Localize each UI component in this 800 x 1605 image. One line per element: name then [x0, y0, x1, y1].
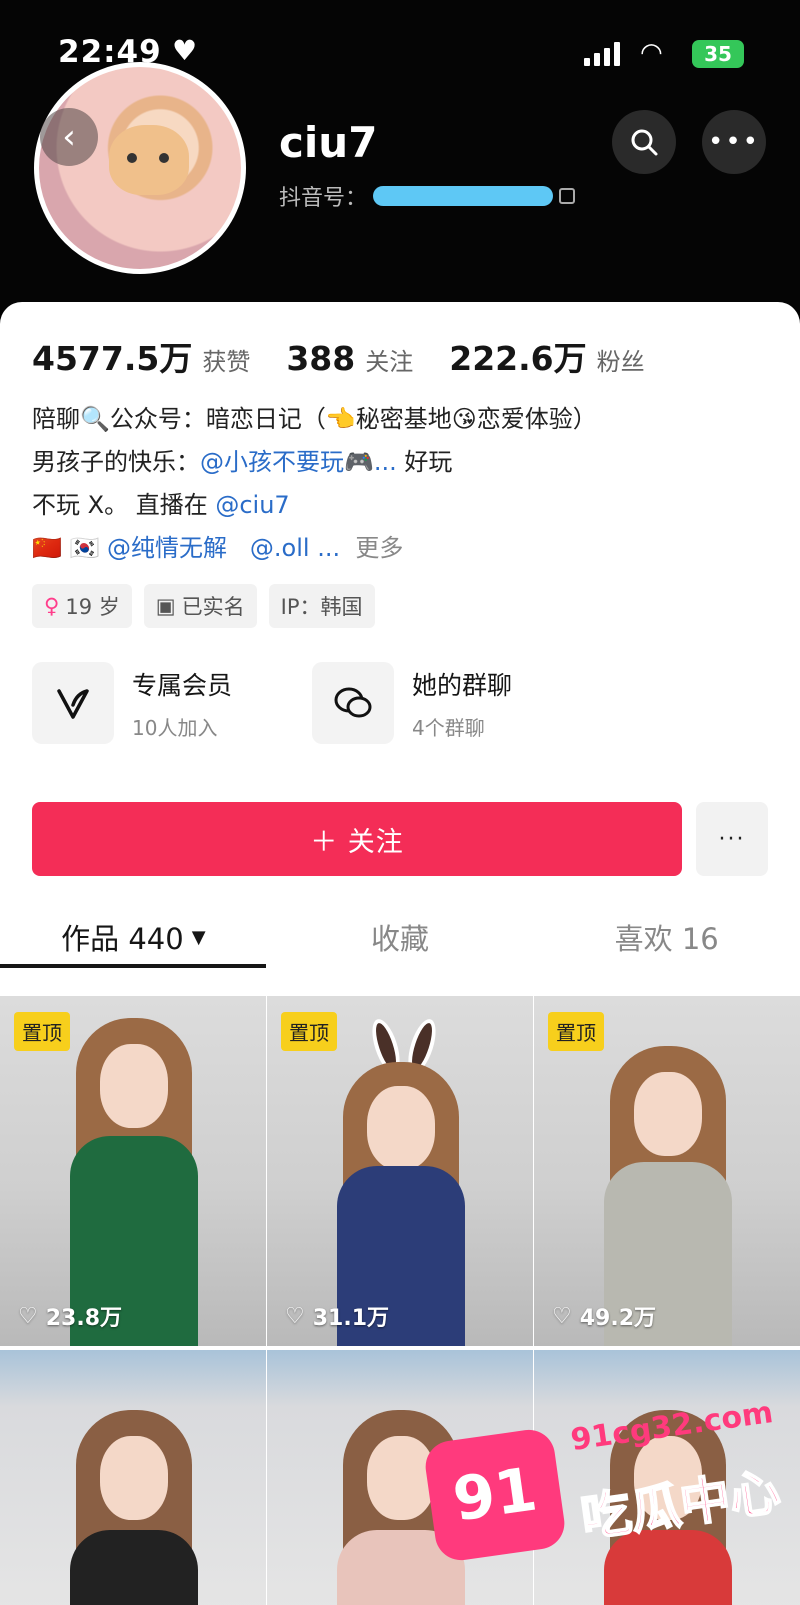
thumbnail-figure [367, 1436, 435, 1520]
stat-followers[interactable]: 222.6万 粉丝 [449, 332, 644, 380]
video-thumbnail[interactable]: 置顶 ♡ 31.1万 [267, 996, 533, 1346]
feature-subtitle: 4个群聊 [412, 715, 485, 740]
ellipsis-icon: ••• [707, 127, 760, 157]
site-watermark: 91 91cg32.com 吃瓜中心 [422, 1394, 790, 1595]
pinned-badge: 置顶 [548, 1012, 604, 1051]
bio-line: 不玩 X。 直播在 @ciu7 [32, 484, 772, 527]
tag-text: 已实名 [181, 595, 245, 619]
female-icon: ♀ [44, 594, 60, 618]
content-tabs: 作品 440 ▼ 收藏 喜欢 16 [0, 902, 800, 972]
stats-row: 4577.5万 获赞 388 关注 222.6万 粉丝 [32, 332, 645, 380]
tab-label: 作品 440 [61, 922, 184, 956]
stat-value: 222.6万 [449, 339, 587, 378]
copy-icon[interactable] [559, 188, 576, 204]
bio-more-link[interactable]: 更多 [355, 534, 403, 562]
mention-link[interactable]: @ciu7 [215, 491, 289, 519]
chevron-left-icon: ‹ [62, 117, 76, 157]
group-chat-entry[interactable]: 她的群聊 4个群聊 [312, 662, 512, 744]
tag-text: 19 岁 [65, 595, 120, 619]
tab-label: 喜欢 16 [614, 922, 719, 956]
tag-ip: IP：韩国 [268, 584, 375, 628]
battery-indicator: 35 [692, 40, 744, 68]
heart-icon: ♥ [172, 34, 198, 67]
like-count: ♡ 23.8万 [18, 1300, 122, 1332]
search-button[interactable] [612, 110, 676, 174]
wifi-icon: ◠ [640, 38, 663, 68]
bio-line: 陪聊🔍公众号：暗恋日记（👈秘密基地😘恋爱体验） [32, 405, 597, 433]
bio: 陪聊🔍公众号：暗恋日记（👈秘密基地😘恋爱体验） 男孩子的快乐：@小孩不要玩🎮..… [32, 398, 772, 570]
more-options-button[interactable]: ••• [702, 110, 766, 174]
feature-title: 她的群聊 [412, 670, 513, 700]
watermark-text: 吃瓜中心 [576, 1461, 784, 1548]
stat-label: 获赞 [202, 348, 251, 376]
avatar[interactable] [34, 62, 246, 274]
video-thumbnail[interactable]: 置顶 ♡ 23.8万 [0, 996, 266, 1346]
caret-down-icon: ▼ [191, 926, 206, 948]
thumbnail-figure [100, 1044, 168, 1128]
avatar-cat-image [109, 125, 189, 195]
video-thumbnail[interactable]: 置顶 ♡ 49.2万 [534, 996, 800, 1346]
profile-tags: ♀ 19 岁 ▣ 已实名 IP：韩国 [32, 584, 375, 628]
douyin-id-label: 抖音号： [279, 186, 368, 211]
douyin-id: 抖音号： [279, 180, 576, 212]
tag-age: ♀ 19 岁 [32, 584, 132, 628]
search-icon [631, 129, 658, 156]
profile-header: 22:49 ♥ ◠ 35 ‹ ciu7 抖音号： ••• [0, 0, 800, 310]
stat-value: 388 [286, 339, 356, 378]
feature-subtitle: 10人加入 [132, 715, 218, 740]
like-count-value: 31.1万 [312, 1306, 390, 1331]
like-count-value: 23.8万 [45, 1306, 123, 1331]
avatar-detail [127, 153, 137, 163]
tab-favorites[interactable]: 收藏 [267, 902, 534, 972]
stat-likes[interactable]: 4577.5万 获赞 [32, 332, 250, 380]
bio-text: 不玩 X。 直播在 [32, 491, 216, 519]
follow-more-button[interactable]: ··· [696, 802, 768, 876]
id-card-icon: ▣ [155, 594, 176, 618]
bio-line: 男孩子的快乐：@小孩不要玩🎮... 好玩 [32, 441, 772, 484]
exclusive-member-entry[interactable]: 专属会员 10人加入 [32, 662, 232, 744]
stat-value: 4577.5万 [32, 339, 193, 378]
heart-outline-icon: ♡ [552, 1303, 572, 1329]
like-count: ♡ 31.1万 [285, 1300, 389, 1332]
tab-label: 收藏 [371, 922, 430, 956]
heart-outline-icon: ♡ [285, 1303, 305, 1329]
like-count-value: 49.2万 [579, 1306, 657, 1331]
tag-verified[interactable]: ▣ 已实名 [143, 584, 257, 628]
avatar-detail [159, 153, 169, 163]
bio-text: 好玩 [396, 448, 453, 476]
mention-link[interactable]: @纯情无解 [107, 534, 227, 562]
watermark-url: 91cg32.com [568, 1394, 776, 1459]
tab-works[interactable]: 作品 440 ▼ [0, 902, 267, 972]
chat-bubbles-icon [312, 662, 394, 744]
signal-icon [584, 42, 620, 66]
watermark-logo: 91 [422, 1426, 568, 1564]
follow-button[interactable]: ＋ 关注 [32, 802, 682, 876]
battery-level: 35 [704, 42, 732, 66]
bio-line: 🇨🇳 🇰🇷 @纯情无解 @.oll ... 更多 [32, 527, 772, 570]
redacted-id-mask [373, 186, 554, 206]
mention-link[interactable]: @.oll ... [250, 534, 340, 562]
thumbnail-figure [367, 1086, 435, 1170]
like-count: ♡ 49.2万 [552, 1300, 656, 1332]
bio-text: 男孩子的快乐： [32, 448, 200, 476]
back-button[interactable]: ‹ [40, 108, 98, 166]
tab-likes[interactable]: 喜欢 16 [533, 902, 800, 972]
thumbnail-figure [634, 1072, 702, 1156]
thumbnail-figure [70, 1530, 198, 1605]
heart-outline-icon: ♡ [18, 1303, 38, 1329]
stat-label: 粉丝 [596, 348, 645, 376]
pinned-badge: 置顶 [281, 1012, 337, 1051]
feature-title: 专属会员 [132, 670, 233, 700]
video-thumbnail[interactable] [0, 1350, 266, 1605]
flag-icons: 🇨🇳 🇰🇷 [32, 534, 108, 562]
tag-text: IP：韩国 [280, 595, 363, 619]
mention-link[interactable]: @小孩不要玩🎮... [200, 448, 397, 476]
active-tab-indicator [0, 964, 266, 968]
pinned-badge: 置顶 [14, 1012, 70, 1051]
stat-label: 关注 [365, 348, 414, 376]
stat-following[interactable]: 388 关注 [286, 339, 413, 378]
thumbnail-figure [100, 1436, 168, 1520]
username: ciu7 [279, 118, 378, 167]
member-v-icon [32, 662, 114, 744]
